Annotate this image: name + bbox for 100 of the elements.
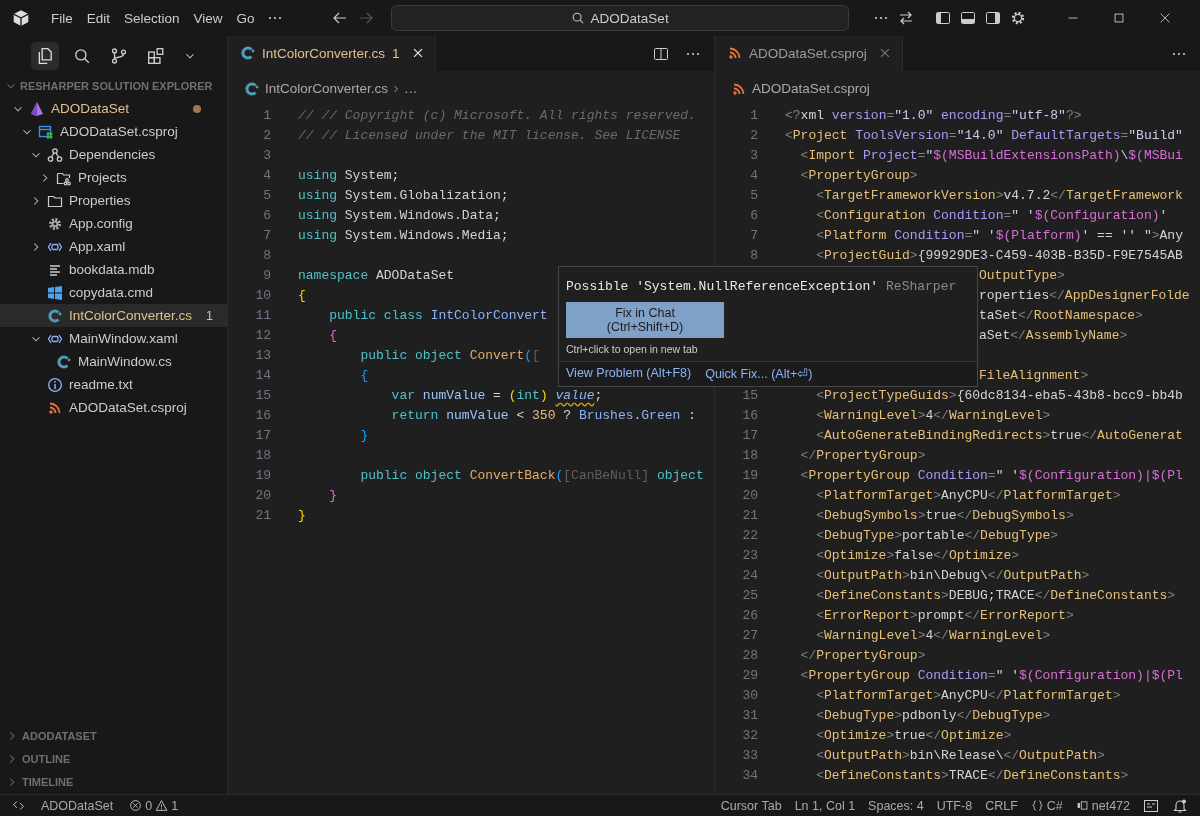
code-line: <Optimize>false</Optimize>	[815, 547, 1020, 565]
section-title[interactable]: RESHARPER SOLUTION EXPLORER	[20, 80, 213, 92]
code-line: </PropertyGroup>	[799, 447, 926, 465]
tree-label: ADODataSet.csproj	[69, 400, 187, 415]
fix-in-chat-button[interactable]: Fix in Chat (Ctrl+Shift+D)	[566, 302, 724, 339]
popup-action-link[interactable]: Quick Fix... (Alt+⏎)	[705, 366, 813, 381]
app-logo-icon	[12, 9, 30, 27]
files-icon	[36, 47, 54, 65]
tree-item[interactable]: copydata.cmd	[0, 281, 227, 304]
code-line: public class IntColorConvert	[328, 307, 548, 325]
code-line: }	[328, 487, 337, 505]
line-number: 7	[750, 227, 758, 245]
warning-icon[interactable]	[155, 799, 169, 812]
target-framework[interactable]: net472	[1091, 798, 1130, 813]
breadcrumb-item[interactable]: IntColorConverter.cs	[265, 81, 389, 96]
line-number: 12	[255, 327, 271, 345]
tree-item[interactable]: ADODataSet.csproj	[0, 396, 227, 419]
tree-item[interactable]: Properties	[0, 189, 227, 212]
code-line: <ProjectGuid>{99929DE3-C459-403B-B35D-F9E7545AB	[815, 247, 1183, 265]
line-number: 4	[263, 167, 271, 185]
toggle-panel-icon[interactable]	[959, 10, 976, 26]
menu-item[interactable]: Go	[229, 7, 262, 29]
line-number: 14	[255, 367, 271, 385]
problem-count: 1	[206, 308, 213, 323]
tree-item[interactable]: MainWindow.xaml	[0, 327, 227, 350]
code-line: using System.Windows.Data;	[298, 207, 501, 225]
maximize-icon[interactable]	[1112, 11, 1126, 25]
warning-count[interactable]: 1	[171, 798, 179, 813]
line-number: 31	[742, 707, 758, 725]
line-number: 20	[742, 487, 758, 505]
breadcrumb-item[interactable]: ADODataSet.csproj	[752, 81, 870, 96]
remote-icon[interactable]	[12, 799, 25, 812]
bell-icon[interactable]	[1172, 797, 1188, 814]
tree-label: Dependencies	[69, 147, 156, 162]
editor-tab[interactable]: ADODataSet.csproj	[715, 36, 903, 71]
code-line: <Project ToolsVersion="14.0" DefaultTargets="Build"	[785, 127, 1183, 145]
tree-item[interactable]: readme.txt	[0, 373, 227, 396]
tree-item[interactable]: IntColorConverter.cs 1	[0, 304, 227, 327]
panel-title[interactable]: TIMELINE	[22, 775, 74, 788]
language-mode[interactable]: C#	[1046, 798, 1063, 813]
triangle-icon	[29, 100, 45, 117]
framework-icon[interactable]	[1075, 799, 1089, 812]
nodes-icon	[47, 146, 63, 163]
breadcrumb-item[interactable]: …	[404, 81, 418, 96]
tree-label: ADODataSet	[51, 101, 130, 116]
csharp-project-icon	[38, 123, 54, 140]
tree-item[interactable]: Dependencies	[0, 143, 227, 166]
braces-icon[interactable]	[1030, 799, 1044, 812]
code-line: <DebugType>pdbonly</DebugType>	[815, 707, 1051, 725]
back-arrow-icon[interactable]	[331, 10, 348, 26]
swap-arrows-icon[interactable]	[897, 10, 914, 26]
code-line: FileAlignment>	[979, 367, 1089, 385]
line-number: 5	[263, 187, 271, 205]
csharp-icon	[244, 80, 260, 97]
editor-tab[interactable]: IntColorConverter.cs 1	[228, 36, 436, 71]
status-item[interactable]: UTF-8	[936, 798, 973, 813]
branch-icon	[110, 47, 128, 65]
tree-item[interactable]: ADODataSet.csproj	[0, 120, 227, 143]
error-icon[interactable]	[129, 799, 143, 812]
status-item[interactable]: CRLF	[985, 798, 1018, 813]
status-item[interactable]: Ln 1, Col 1	[794, 798, 856, 813]
tree-item[interactable]: MainWindow.cs	[0, 350, 227, 373]
menu-item[interactable]: Selection	[117, 7, 187, 29]
settings-icon[interactable]	[1009, 10, 1026, 26]
split-editor-icon[interactable]	[653, 45, 669, 62]
menu-item[interactable]: File	[44, 7, 80, 29]
feedback-icon[interactable]	[1143, 797, 1159, 814]
tree-item[interactable]: App.config	[0, 212, 227, 235]
windows-icon	[47, 284, 63, 301]
tree-item[interactable]: ADODataSet	[0, 97, 227, 120]
status-item[interactable]: Spaces: 4	[868, 798, 924, 813]
toggle-secondary-sidebar-icon[interactable]	[984, 10, 1001, 26]
line-number: 16	[255, 407, 271, 425]
line-number: 15	[255, 387, 271, 405]
toggle-sidebar-icon[interactable]	[934, 10, 951, 26]
tree-item[interactable]: Projects	[0, 166, 227, 189]
line-number: 3	[263, 147, 271, 165]
line-number: 1	[750, 107, 758, 125]
close-icon[interactable]	[1158, 11, 1172, 25]
line-number: 13	[255, 347, 271, 365]
tree-item[interactable]: App.xaml	[0, 235, 227, 258]
error-count[interactable]: 0	[145, 798, 153, 813]
search-icon	[570, 11, 585, 25]
menu-item[interactable]: View	[186, 7, 230, 29]
popup-action-link[interactable]: View Problem (Alt+F8)	[566, 366, 692, 381]
code-line: <PlatformTarget>AnyCPU</PlatformTarget>	[815, 687, 1121, 705]
code-line: // // Licensed under the MIT license. See LICENSE	[298, 127, 681, 145]
panel-title[interactable]: ADODATASET	[22, 729, 97, 742]
menu-item[interactable]: Edit	[79, 7, 118, 29]
status-item[interactable]: ADODataSet	[41, 798, 114, 813]
tree-label: IntColorConverter.cs	[69, 308, 193, 323]
tree-label: MainWindow.cs	[78, 354, 172, 369]
status-item[interactable]: Cursor Tab	[720, 798, 782, 813]
tree-item[interactable]: bookdata.mdb	[0, 258, 227, 281]
code-line: return numValue < 350 ? Brushes.Green :	[390, 407, 696, 425]
view-tab[interactable]	[31, 42, 59, 70]
command-search-field[interactable]: ADODataSet	[390, 5, 849, 31]
line-number: 15	[742, 387, 758, 405]
line-number: 6	[750, 207, 758, 225]
panel-title[interactable]: OUTLINE	[22, 752, 71, 765]
